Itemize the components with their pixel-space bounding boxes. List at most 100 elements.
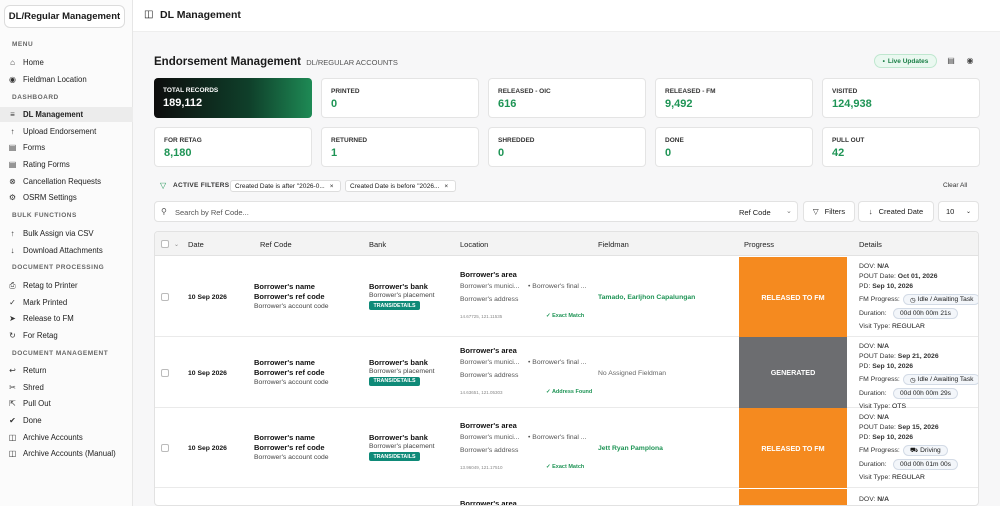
live-updates-badge[interactable]: • Live Updates — [874, 54, 937, 68]
column-header-bank[interactable]: Bank — [369, 240, 386, 249]
row-checkbox[interactable] — [161, 368, 169, 377]
sidebar-item-home[interactable]: ⌂ Home — [0, 55, 133, 70]
sidebar-item-retag-to-printer[interactable]: ⎙ Retag to Printer — [0, 278, 133, 293]
select-all-checkbox[interactable] — [161, 240, 169, 248]
stat-card-for-retag[interactable]: FOR RETAG 8,180 — [154, 127, 312, 167]
sidebar-item-label: Shred — [23, 383, 44, 392]
trans-details-button[interactable]: TRANS/DETAILS — [369, 452, 420, 461]
details-fm-progress-label: FM Progress: — [859, 376, 900, 383]
location-municipality: Borrower's munici... — [460, 283, 520, 290]
sort-button[interactable]: ↓ Created Date — [858, 201, 934, 222]
stat-card-pull-out[interactable]: PULL OUT 42 — [822, 127, 980, 167]
filters-button[interactable]: ▽ Filters — [803, 201, 855, 222]
sidebar-item-cancellation-requests[interactable]: ⊗ Cancellation Requests — [0, 174, 133, 189]
file-icon: ▤ — [8, 160, 17, 169]
live-dot-icon: • — [882, 57, 885, 65]
stat-card-released-oic[interactable]: RELEASED - OIC 616 — [488, 78, 646, 118]
search-field-select[interactable]: Ref Code — [739, 208, 771, 217]
table-row[interactable]: 10 Sep 2026 Borrower's name Borrower's r… — [155, 257, 978, 337]
column-header-fieldman[interactable]: Fieldman — [598, 240, 629, 249]
close-icon[interactable]: × — [444, 183, 448, 190]
sidebar-item-label: For Retag — [23, 331, 58, 340]
filter-chip[interactable]: Created Date is after "2026-0... × — [230, 180, 341, 192]
stat-card-visited[interactable]: VISITED 124,938 — [822, 78, 980, 118]
row-date: 10 Sep 2026 — [188, 369, 227, 377]
sidebar-item-forms[interactable]: ▤ Forms — [0, 140, 133, 155]
sidebar-item-shred[interactable]: ✂ Shred — [0, 380, 133, 395]
search-input[interactable]: Search by Ref Code... — [175, 208, 249, 217]
sidebar-item-mark-printed[interactable]: ✓ Mark Printed — [0, 295, 133, 310]
clear-all-button[interactable]: Clear All — [943, 182, 967, 189]
file-icon: ▤ — [8, 143, 17, 152]
main-content: Endorsement Management DL/REGULAR ACCOUN… — [133, 32, 1000, 506]
details-pd: PD: Sep 10, 2026 — [859, 434, 914, 441]
bank-placement: Borrower's placement — [369, 367, 435, 375]
borrower-name: Borrower's name — [254, 282, 315, 291]
sidebar-item-rating-forms[interactable]: ▤ Rating Forms — [0, 157, 133, 172]
sidebar-item-archive-accounts[interactable]: ◫ Archive Accounts — [0, 430, 133, 445]
duration-badge: 00d 00h 01m 00s — [893, 459, 958, 470]
column-header-details[interactable]: Details — [859, 240, 882, 249]
borrower-name: Borrower's name — [254, 357, 315, 367]
table-row[interactable]: 10 Sep 2026 Borrower's name Borrower's r… — [155, 408, 978, 488]
sidebar-item-download-attachments[interactable]: ↓ Download Attachments — [0, 243, 133, 258]
sidebar-item-for-retag[interactable]: ↻ For Retag — [0, 328, 133, 343]
trans-details-button[interactable]: TRANS/DETAILS — [369, 376, 420, 386]
column-header-progress[interactable]: Progress — [744, 240, 774, 249]
row-checkbox[interactable] — [161, 293, 169, 301]
stat-value: 616 — [498, 98, 517, 110]
sidebar-toggle-icon[interactable]: ◫ — [144, 9, 153, 20]
fm-progress-badge: ⛟ Driving — [903, 445, 948, 456]
fieldman-name[interactable]: Jett Ryan Pamplona — [598, 445, 663, 452]
details-duration-label: Duration: — [859, 461, 887, 468]
sidebar-item-dl-management[interactable]: ≡ DL Management — [0, 107, 133, 122]
trans-details-button[interactable]: TRANS/DETAILS — [369, 301, 420, 310]
sidebar-item-upload-endorsement[interactable]: ↑ Upload Endorsement — [0, 124, 133, 139]
eye-icon[interactable]: ◉ — [963, 54, 977, 68]
close-icon[interactable]: × — [330, 183, 334, 190]
borrower-name: Borrower's name — [254, 433, 315, 442]
borrower-ref-code: Borrower's ref code — [254, 443, 325, 452]
sidebar-section-label: DOCUMENT MANAGEMENT — [12, 350, 109, 357]
sidebar-item-label: Fieldman Location — [23, 75, 87, 84]
details-pd: PD: Sep 10, 2026 — [859, 283, 914, 290]
row-checkbox[interactable] — [161, 444, 169, 452]
brand-button[interactable]: DL/Regular Management — [4, 5, 125, 28]
details-dov: DOV: N/A — [859, 496, 889, 503]
table-row[interactable]: Borrower's area DOV: N/A — [155, 489, 978, 505]
sidebar-item-bulk-assign-via-csv[interactable]: ↑ Bulk Assign via CSV — [0, 226, 133, 241]
sidebar-item-release-to-fm[interactable]: ➤ Release to FM — [0, 311, 133, 326]
details-fm-progress-label: FM Progress: — [859, 447, 900, 454]
sidebar-item-pull-out[interactable]: ⇱ Pull Out — [0, 396, 133, 411]
stat-card-shredded[interactable]: SHREDDED 0 — [488, 127, 646, 167]
stat-card-done[interactable]: DONE 0 — [655, 127, 813, 167]
details-dov: DOV: N/A — [859, 414, 889, 421]
column-header-ref-code[interactable]: Ref Code — [260, 240, 292, 249]
stat-value: 124,938 — [832, 98, 872, 110]
fieldman-name[interactable]: Tamado, Earljhon Capalungan — [598, 294, 695, 301]
sidebar-item-done[interactable]: ✔ Done — [0, 413, 133, 428]
column-header-location[interactable]: Location — [460, 240, 488, 249]
sidebar-item-osrm-settings[interactable]: ⚙ OSRM Settings — [0, 190, 133, 205]
sidebar-item-archive-accounts-manual[interactable]: ◫ Archive Accounts (Manual) — [0, 446, 133, 461]
stat-card-total-records[interactable]: TOTAL RECORDS 189,112 — [154, 78, 312, 118]
column-header-date[interactable]: Date — [188, 240, 204, 249]
stat-card-printed[interactable]: PRINTED 0 — [321, 78, 479, 118]
chevron-down-icon[interactable]: ⌄ — [174, 241, 179, 248]
chevron-down-icon[interactable]: ⌄ — [786, 207, 792, 215]
sidebar-item-return[interactable]: ↩ Return — [0, 363, 133, 378]
sidebar-item-label: Mark Printed — [23, 298, 68, 307]
export-icon[interactable]: ▤ — [944, 54, 958, 68]
progress-status: GENERATED — [739, 337, 847, 408]
check-circle-icon: ✓ — [546, 464, 551, 470]
filter-chip[interactable]: Created Date is before "2026... × — [345, 180, 456, 192]
page-size-select[interactable]: 10 ⌄ — [938, 201, 979, 222]
stat-card-released-fm[interactable]: RELEASED - FM 9,492 — [655, 78, 813, 118]
details-dov: DOV: N/A — [859, 343, 889, 350]
check-icon: ✓ — [9, 298, 16, 307]
table-row[interactable]: 10 Sep 2026 Borrower's name Borrower's r… — [155, 337, 978, 410]
settings-icon: ⚙ — [8, 193, 17, 202]
stat-card-returned[interactable]: RETURNED 1 — [321, 127, 479, 167]
sidebar-item-fieldman-location[interactable]: ◉ Fieldman Location — [0, 72, 133, 87]
location-address: Borrower's address — [460, 296, 519, 303]
